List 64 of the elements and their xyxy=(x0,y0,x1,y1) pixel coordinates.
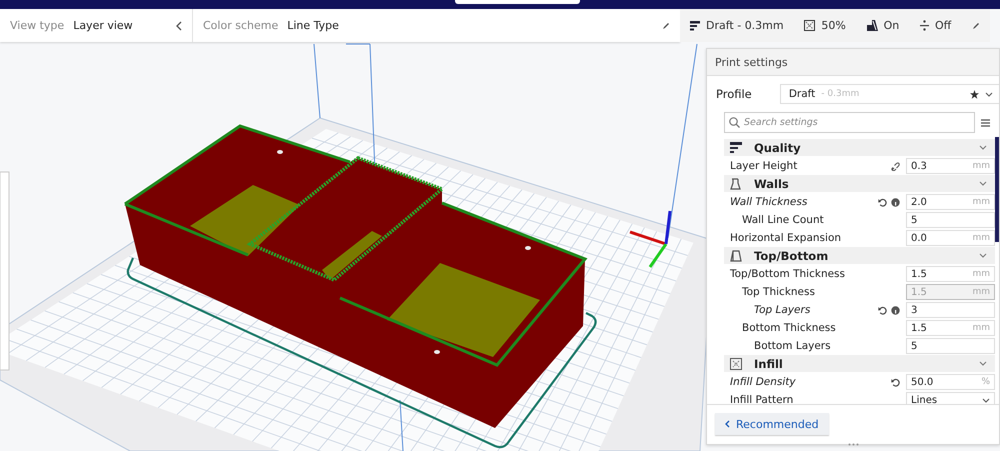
menu-icon xyxy=(981,118,990,126)
setting-label: Horizontal Expansion xyxy=(730,232,842,244)
chevron-down-icon xyxy=(982,398,990,402)
view-type-label: View type xyxy=(10,19,64,32)
profile-summary: Draft - 0.3mm xyxy=(706,19,784,32)
setting-label: Infill Pattern xyxy=(730,394,794,404)
input-field[interactable]: 5 xyxy=(906,338,995,354)
input-field[interactable]: 0.0 mm xyxy=(906,230,995,246)
pencil-icon xyxy=(972,22,980,30)
input-field[interactable]: 50.0 % xyxy=(906,374,995,390)
chevron-left-icon xyxy=(725,420,730,428)
profile-label: Profile xyxy=(716,87,753,101)
category-header[interactable]: Infill xyxy=(724,355,995,372)
top-bottom-icon xyxy=(730,250,742,262)
chevron-down-icon xyxy=(979,181,987,186)
profile-icon xyxy=(690,20,700,30)
setting-label: Infill Density xyxy=(730,376,796,388)
view-type-value[interactable]: Layer view xyxy=(73,19,133,32)
support-summary: On xyxy=(884,19,900,32)
header-tab[interactable] xyxy=(455,0,580,4)
adhesion-summary: Off xyxy=(935,19,952,32)
setting-label: Layer Height xyxy=(730,160,798,172)
setting-label: Top Thickness xyxy=(742,286,815,298)
chevron-down-icon xyxy=(979,145,987,150)
input-field[interactable]: 3 xyxy=(906,302,995,318)
category-header[interactable]: Top/Bottom xyxy=(724,247,995,264)
drag-handle-icon xyxy=(848,443,858,446)
panel-title: Print settings xyxy=(707,49,999,76)
setting-label: Wall Thickness xyxy=(730,196,808,208)
category-header[interactable]: Walls xyxy=(724,175,995,192)
pencil-icon xyxy=(662,22,670,30)
search-field[interactable]: Search settings xyxy=(724,112,975,133)
chevron-left-icon xyxy=(176,20,182,30)
input-field[interactable]: 0.3 mm xyxy=(906,158,995,174)
setting-label: Top Layers xyxy=(754,304,810,316)
input-field[interactable]: 5 xyxy=(906,212,995,228)
adhesion-icon xyxy=(920,20,930,31)
recommended-button[interactable]: Recommended xyxy=(715,413,829,435)
search-icon xyxy=(729,117,740,128)
input-field[interactable]: 1.5 mm xyxy=(906,266,995,282)
layer-slider-edge[interactable] xyxy=(0,172,10,370)
dropdown-field[interactable]: Lines xyxy=(906,392,995,404)
input-field[interactable]: 1.5 mm xyxy=(906,320,995,336)
setting-label: Bottom Thickness xyxy=(742,322,836,334)
axis-drawing xyxy=(630,210,672,268)
category-header[interactable]: Quality xyxy=(724,139,995,156)
quality-icon xyxy=(730,142,742,154)
setting-label: Bottom Layers xyxy=(754,340,831,352)
setting-label: Top/Bottom Thickness xyxy=(730,268,846,280)
chevron-down-icon xyxy=(979,253,987,258)
color-scheme-value[interactable]: Line Type xyxy=(287,19,339,32)
infill-summary: 50% xyxy=(821,19,846,32)
chevron-down-icon xyxy=(985,92,993,96)
scrollbar[interactable] xyxy=(995,137,999,242)
walls-icon xyxy=(730,178,742,190)
input-field[interactable]: 2.0 mm xyxy=(906,194,995,210)
setting-label: Wall Line Count xyxy=(742,214,824,226)
infill-icon xyxy=(804,20,816,31)
star-icon xyxy=(970,90,979,98)
support-icon xyxy=(866,20,878,31)
chevron-down-icon xyxy=(979,361,987,366)
color-scheme-label: Color scheme xyxy=(203,19,278,32)
profile-dropdown[interactable]: Draft - 0.3mm xyxy=(780,84,999,104)
infill-icon xyxy=(730,358,742,370)
